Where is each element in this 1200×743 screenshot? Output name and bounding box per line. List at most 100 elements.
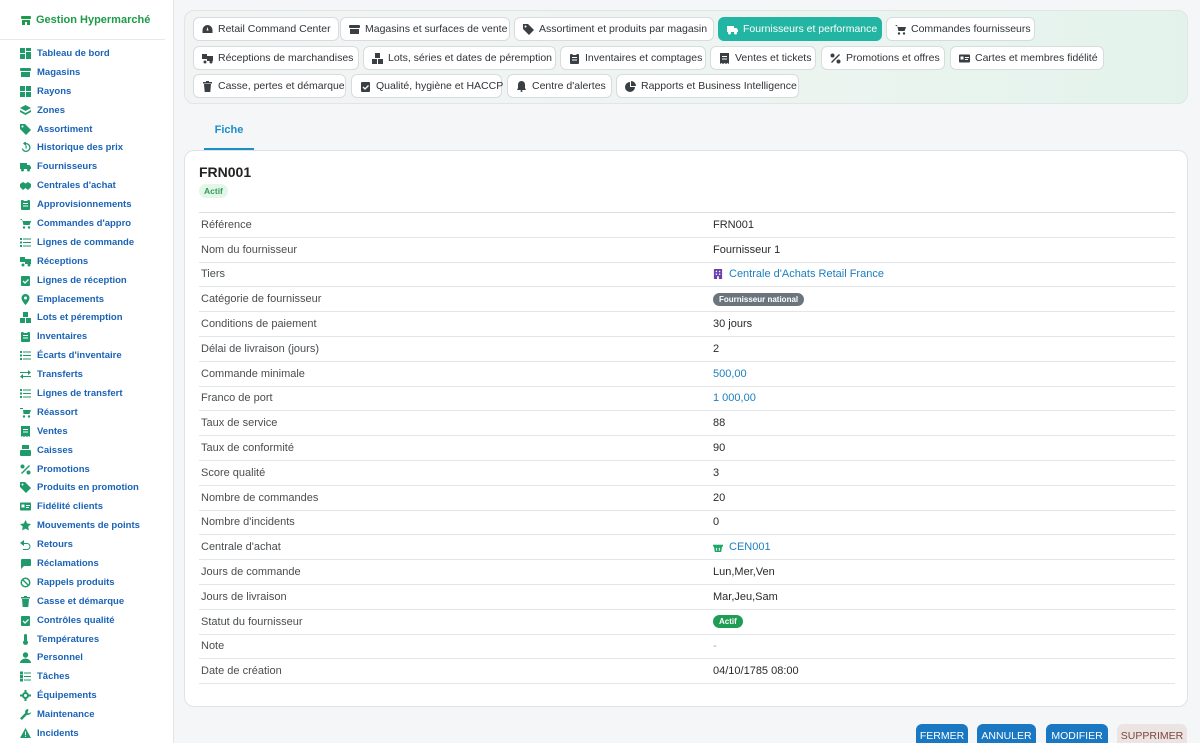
sidebar-item[interactable]: Magasins: [0, 63, 173, 82]
sidebar-item[interactable]: Réceptions: [0, 252, 173, 271]
module-chip[interactable]: Assortiment et produits par magasin: [514, 17, 714, 41]
sidebar-item[interactable]: Rappels produits: [0, 573, 173, 592]
sidebar-item[interactable]: Emplacements: [0, 290, 173, 309]
sidebar-item-label: Emplacements: [37, 293, 105, 305]
module-chip-label: Qualité, hygiène et HACCP: [376, 80, 504, 92]
sidebar-item-label: Lignes de commande: [37, 236, 135, 248]
sidebar-item-label: Lignes de réception: [37, 274, 127, 286]
field-label: Nom du fournisseur: [201, 243, 297, 256]
grid-icon: [20, 85, 31, 97]
module-chip[interactable]: Rapports et Business Intelligence: [616, 74, 799, 98]
field-value: -: [713, 640, 717, 653]
store-icon: [349, 24, 360, 35]
clipboard-icon: [20, 199, 31, 211]
sidebar-item[interactable]: Casse et démarque: [0, 592, 173, 611]
field-value: Lun,Mer,Ven: [713, 566, 775, 579]
status-badge: Actif: [199, 184, 228, 198]
module-chip[interactable]: Inventaires et comptages: [560, 46, 706, 70]
boxes-icon: [20, 312, 31, 324]
sidebar-item[interactable]: Approvisionnements: [0, 195, 173, 214]
percent-icon: [830, 53, 841, 64]
sidebar-item[interactable]: Promotions: [0, 460, 173, 479]
field-value-link[interactable]: CEN001: [713, 541, 771, 553]
field-value-link[interactable]: Centrale d'Achats Retail France: [713, 268, 884, 280]
sidebar-item[interactable]: Caisses: [0, 441, 173, 460]
field-label: Centrale d'achat: [201, 541, 281, 554]
field-link-text: CEN001: [729, 541, 771, 554]
sidebar-item-label: Ventes: [37, 425, 68, 437]
boxes-icon: [372, 52, 383, 64]
field-label: Taux de service: [201, 417, 278, 430]
module-chip[interactable]: Fournisseurs et performance: [718, 17, 882, 41]
sidebar-item[interactable]: Mouvements de points: [0, 516, 173, 535]
warning-icon: [20, 728, 31, 739]
module-chip[interactable]: Centre d'alertes: [507, 74, 612, 98]
module-chip[interactable]: Cartes et membres fidélité: [950, 46, 1104, 70]
module-chip-label: Cartes et membres fidélité: [975, 52, 1098, 64]
sidebar-item[interactable]: Zones: [0, 101, 173, 120]
sidebar-item[interactable]: Fidélité clients: [0, 497, 173, 516]
sidebar-item[interactable]: Écarts d'inventaire: [0, 346, 173, 365]
sidebar-item[interactable]: Centrales d'achat: [0, 176, 173, 195]
sidebar-item[interactable]: Produits en promotion: [0, 478, 173, 497]
delete-button[interactable]: SUPPRIMER: [1117, 724, 1187, 743]
chart-pie-icon: [625, 80, 636, 92]
sidebar-item[interactable]: Assortiment: [0, 120, 173, 139]
status-badge: Actif: [713, 615, 743, 629]
field-value-link[interactable]: 500,00: [713, 368, 747, 380]
sidebar-item[interactable]: Incidents: [0, 724, 173, 743]
truck-icon: [727, 24, 738, 35]
sidebar-item[interactable]: Réassort: [0, 403, 173, 422]
sidebar-item[interactable]: Personnel: [0, 649, 173, 668]
module-chip[interactable]: Retail Command Center: [193, 17, 339, 41]
module-chip[interactable]: Ventes et tickets: [710, 46, 816, 70]
sidebar-item[interactable]: Lots et péremption: [0, 308, 173, 327]
sidebar-item[interactable]: Commandes d'appro: [0, 214, 173, 233]
sidebar-item[interactable]: Transferts: [0, 365, 173, 384]
sidebar-item-label: Réceptions: [37, 255, 89, 267]
field-value-link[interactable]: 1 000,00: [713, 392, 756, 404]
sidebar-item[interactable]: Lignes de transfert: [0, 384, 173, 403]
sidebar-item-label: Incidents: [37, 728, 79, 739]
module-chip[interactable]: Lots, séries et dates de péremption: [363, 46, 556, 70]
sidebar-item[interactable]: Fournisseurs: [0, 157, 173, 176]
clipboard-icon: [20, 331, 31, 343]
sidebar-item[interactable]: Historique des prix: [0, 138, 173, 157]
module-chip[interactable]: Commandes fournisseurs: [886, 17, 1035, 41]
sidebar-item[interactable]: Retours: [0, 535, 173, 554]
clipboard-icon: [569, 52, 580, 64]
module-chip[interactable]: Qualité, hygiène et HACCP: [351, 74, 504, 98]
sidebar-item[interactable]: Maintenance: [0, 705, 173, 724]
sidebar-item-label: Équipements: [37, 690, 97, 702]
module-chip[interactable]: Casse, pertes et démarque: [193, 74, 346, 98]
sidebar: Gestion Hypermarché Tableau de bord Magas…: [0, 0, 174, 743]
sidebar-item[interactable]: Tableau de bord: [0, 44, 173, 63]
module-chip-label: Fournisseurs et performance: [743, 23, 878, 35]
field-value: 20: [713, 491, 726, 504]
list-icon: [20, 350, 31, 361]
close-button[interactable]: FERMER: [916, 724, 968, 743]
sidebar-item[interactable]: Réclamations: [0, 554, 173, 573]
module-chip[interactable]: Promotions et offres: [821, 46, 945, 70]
sidebar-item[interactable]: Lignes de commande: [0, 233, 173, 252]
sidebar-item[interactable]: Tâches: [0, 667, 173, 686]
edit-button[interactable]: MODIFIER: [1046, 724, 1108, 743]
tab-fiche[interactable]: Fiche: [204, 112, 254, 150]
module-chip[interactable]: Réceptions de marchandises: [193, 46, 359, 70]
sidebar-item-label: Transferts: [37, 369, 83, 381]
module-chip[interactable]: Magasins et surfaces de vente: [340, 17, 510, 41]
cart-icon: [895, 24, 906, 35]
sidebar-item[interactable]: Rayons: [0, 82, 173, 101]
app-brand[interactable]: Gestion Hypermarché: [0, 0, 165, 40]
cancel-button[interactable]: ANNULER: [977, 724, 1036, 743]
sidebar-item[interactable]: Inventaires: [0, 327, 173, 346]
field-row: Score qualité 3: [199, 461, 1175, 486]
sidebar-item[interactable]: Contrôles qualité: [0, 611, 173, 630]
sidebar-item[interactable]: Ventes: [0, 422, 173, 441]
sidebar-item[interactable]: Températures: [0, 630, 173, 649]
building-icon: [713, 269, 723, 280]
star-icon: [20, 520, 31, 531]
sidebar-item[interactable]: Équipements: [0, 686, 173, 705]
gauge-icon: [202, 24, 213, 35]
sidebar-item[interactable]: Lignes de réception: [0, 271, 173, 290]
